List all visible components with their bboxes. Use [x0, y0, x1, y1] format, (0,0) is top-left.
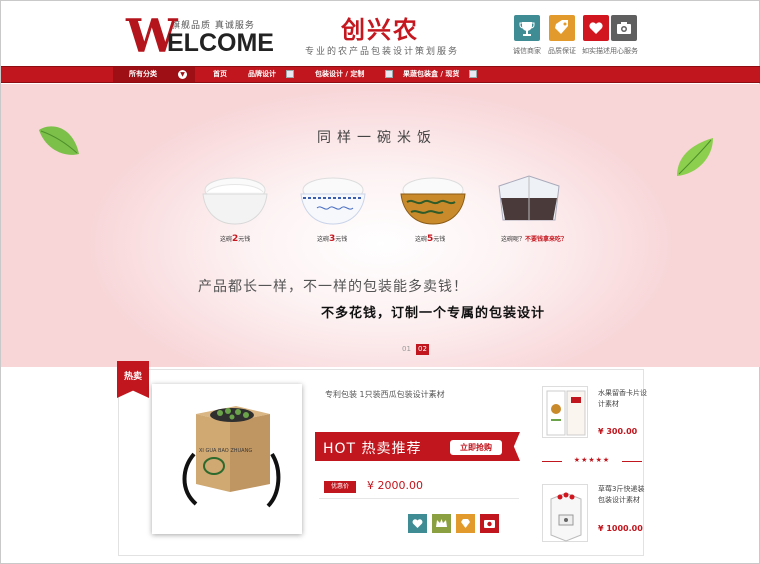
camera-icon[interactable]	[611, 15, 637, 41]
slide-page-1[interactable]: 01	[400, 344, 413, 355]
slide-page-2-active[interactable]: 02	[416, 344, 429, 355]
trust-label: 诚信商家	[513, 47, 541, 55]
sidebar-product-price: ¥ 1000.00	[598, 524, 643, 533]
banner-headline: 产品都长一样，不一样的包装能多卖钱！	[198, 279, 468, 295]
gift-box-image: XI GUA BAO ZHUANG	[182, 406, 281, 508]
rice-bowl-plain-image	[202, 177, 268, 225]
product-photo[interactable]: XI GUA BAO ZHUANG	[152, 384, 302, 534]
dropdown-icon[interactable]	[469, 70, 477, 78]
trust-label: 用心服务	[610, 47, 638, 55]
rice-bowl-gift-image	[498, 175, 560, 221]
divider	[319, 498, 519, 499]
sidebar-product-title[interactable]: 草莓3斤快递装包装设计素材	[598, 484, 648, 506]
discount-tag: 优惠价	[324, 481, 356, 493]
sidebar-product-title[interactable]: 水果留香卡片设计素材	[598, 388, 648, 410]
nav-item-packaging[interactable]: 包装设计 / 定制	[315, 67, 364, 82]
brand-slogan: 专业的农产品包装设计策划服务	[305, 47, 460, 57]
bowl-caption: 这碗呢？不要钱拿来吃？	[501, 236, 568, 243]
camera-icon[interactable]	[480, 514, 499, 533]
chevron-down-icon: ▼	[178, 70, 187, 79]
bowl-caption: 这碗5元钱	[415, 234, 446, 244]
banner-title: 同样一碗米饭	[317, 130, 437, 146]
fragrance-card-image	[546, 390, 586, 436]
logo-text[interactable]: ELCOME	[167, 29, 274, 57]
header: 旗舰品质 真诚服务 W ELCOME 创兴农 专业的农产品包装设计策划服务 诚信…	[1, 1, 760, 67]
sidebar-product-image[interactable]	[542, 484, 588, 542]
tag-icon[interactable]	[549, 15, 575, 41]
dropdown-icon[interactable]	[286, 70, 294, 78]
sidebar-product-image[interactable]	[542, 386, 588, 438]
all-categories-label: 所有分类	[129, 70, 157, 78]
favorite-heart-icon[interactable]	[408, 514, 427, 533]
all-categories-button[interactable]: 所有分类 ▼	[113, 67, 195, 82]
product-title[interactable]: 专利包装 1只装西瓜包装设计素材	[325, 389, 445, 400]
sidebar-product-price: ¥ 300.00	[598, 427, 638, 436]
bowl-caption: 这碗3元钱	[317, 234, 348, 244]
nav-item-brand-design[interactable]: 品牌设计	[248, 67, 276, 82]
banner-subheadline: 不多花钱，订制一个专属的包装设计	[321, 306, 546, 321]
star-divider: ★★★★★	[542, 456, 642, 467]
dropdown-icon[interactable]	[385, 70, 393, 78]
diamond-icon[interactable]	[456, 514, 475, 533]
nav-item-home[interactable]: 首页	[213, 67, 227, 82]
hero-banner[interactable]: 同样一碗米饭 这碗2元钱 这碗3元钱 这碗5元钱 这碗呢？不要钱拿来吃？ 产品都…	[1, 84, 760, 367]
strawberry-box-image	[550, 492, 582, 542]
leaf-icon	[39, 126, 79, 155]
buy-now-button[interactable]: 立即抢购	[450, 440, 502, 455]
box-label: XI GUA BAO ZHUANG	[199, 448, 252, 454]
crown-icon[interactable]	[432, 514, 451, 533]
hot-label: HOT 热卖推荐	[323, 441, 422, 457]
rice-bowl-gold-image	[400, 177, 466, 225]
page: 旗舰品质 真诚服务 W ELCOME 创兴农 专业的农产品包装设计策划服务 诚信…	[0, 0, 760, 564]
bowl-caption: 这碗2元钱	[220, 234, 251, 244]
trophy-icon[interactable]	[514, 15, 540, 41]
leaf-icon	[677, 138, 713, 176]
main-nav: 所有分类 ▼ 首页 品牌设计 包装设计 / 定制 果蔬包装盒 / 现货	[1, 66, 760, 83]
nav-item-fruit-boxes[interactable]: 果蔬包装盒 / 现货	[403, 67, 459, 82]
hot-recommend-banner: HOT 热卖推荐 立即抢购	[315, 432, 520, 461]
brand-name: 创兴农	[341, 15, 419, 44]
product-price: ¥ 2000.00	[367, 479, 423, 492]
heart-icon[interactable]	[583, 15, 609, 41]
rice-bowl-blue-image	[300, 177, 366, 225]
